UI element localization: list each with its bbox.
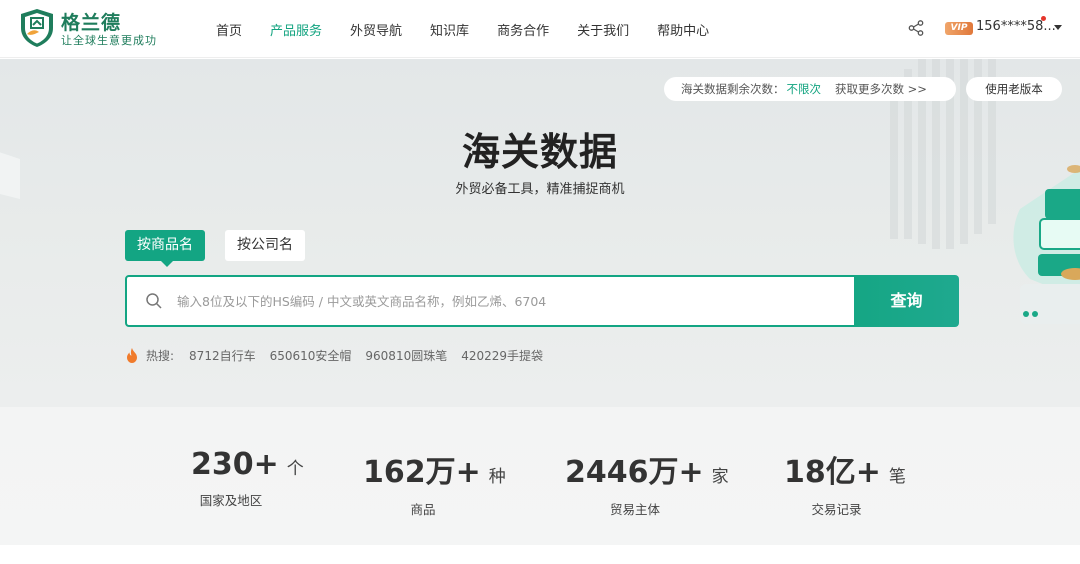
stat-number: 162万+ 种 [363,455,506,490]
stat-unit: 家 [711,467,729,487]
nav-item-products[interactable]: 产品服务 [270,20,322,39]
page-bottom-area [0,545,1080,564]
search-icon [146,293,162,309]
main-nav: 首页 产品服务 外贸导航 知识库 商务合作 关于我们 帮助中心 [216,0,737,58]
use-old-version-button[interactable]: 使用老版本 [966,77,1062,101]
stat-countries: 230+ 个 国家及地区 [191,447,304,509]
nav-item-knowledge-base[interactable]: 知识库 [430,20,469,39]
logo-shield-icon [21,9,53,47]
get-more-quota-link[interactable]: 获取更多次数 >> [835,82,927,96]
stats-section: 230+ 个 国家及地区 162万+ 种 商品 2446万+ 家 贸易主体 18亿+ 笔… [0,407,1080,545]
vip-badge: VIP [945,22,973,35]
hot-searches: 热搜: 8712自行车 650610安全帽 960810圆珠笔 420229手提… [126,347,557,364]
hero-section: 海关数据剩余次数： 不限次 获取更多次数 >> 使用老版本 海关数据 外贸必备工具，… [0,59,1080,407]
notification-dot [1041,16,1046,21]
stat-label: 商品 [410,502,436,517]
caret-down-icon[interactable] [1054,25,1062,30]
stat-transactions: 18亿+ 笔 交易记录 [784,447,906,518]
stat-unit: 个 [286,459,304,479]
quota-value: 不限次 [786,82,822,96]
stat-trade-entities: 2446万+ 家 贸易主体 [565,447,729,518]
fire-icon [127,348,137,363]
logo-slogan: 让全球生意更成功 [61,34,157,47]
stat-label: 国家及地区 [199,493,263,508]
hot-search-item[interactable]: 960810圆珠笔 [365,347,447,364]
site-logo[interactable]: 格兰德 让全球生意更成功 [19,8,169,50]
page-subtitle: 外贸必备工具，精准捕捉商机 [455,182,625,197]
nav-item-help-center[interactable]: 帮助中心 [657,20,709,39]
search-input[interactable] [177,277,847,325]
stat-label: 贸易主体 [609,502,660,517]
stat-label: 交易记录 [811,502,862,517]
nav-item-about-us[interactable]: 关于我们 [577,20,629,39]
nav-item-trade-navigation[interactable]: 外贸导航 [350,20,402,39]
stat-unit: 笔 [888,467,906,487]
stat-number: 230+ 个 [191,447,304,482]
stat-unit: 种 [488,467,506,487]
search-bar: 查询 [125,275,959,327]
top-header: 格兰德 让全球生意更成功 首页 产品服务 外贸导航 知识库 商务合作 关于我们 … [0,0,1080,58]
hot-search-item[interactable]: 650610安全帽 [270,347,352,364]
logo-name: 格兰德 [61,12,122,34]
page-title: 海关数据 [461,130,618,174]
user-account-name[interactable]: 156****58... [976,19,1056,34]
hot-searches-label: 热搜: [146,349,175,363]
search-button[interactable]: 查询 [854,275,959,327]
share-icon[interactable] [908,20,924,36]
quota-label: 海关数据剩余次数： [681,82,785,96]
tab-search-by-product[interactable]: 按商品名 [125,230,205,267]
stat-number: 18亿+ 笔 [784,455,906,490]
stat-number: 2446万+ 家 [565,455,729,490]
hot-search-item[interactable]: 420229手提袋 [461,347,543,364]
hot-search-item[interactable]: 8712自行车 [189,347,256,364]
tab-search-by-company[interactable]: 按公司名 [225,230,305,261]
nav-item-business-cooperation[interactable]: 商务合作 [497,20,549,39]
nav-item-home[interactable]: 首页 [216,20,242,39]
stat-products: 162万+ 种 商品 [363,447,506,518]
query-quota-info: 海关数据剩余次数： 不限次 获取更多次数 >> [664,77,956,101]
